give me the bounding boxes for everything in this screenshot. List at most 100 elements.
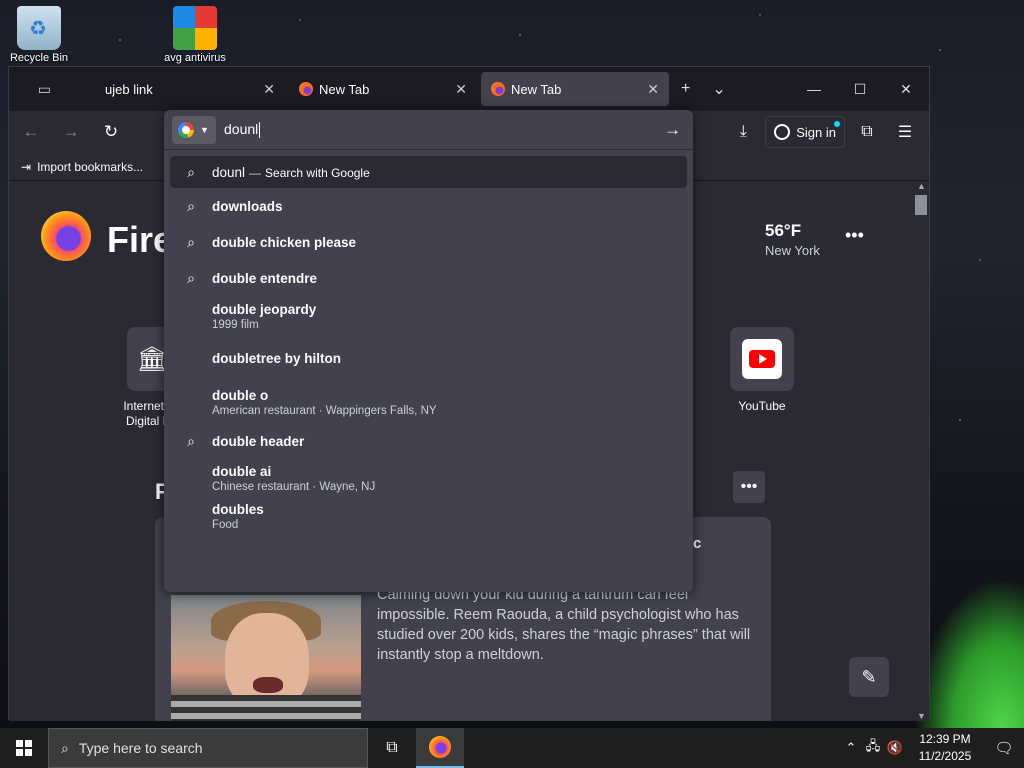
recycle-bin-icon <box>17 6 61 50</box>
youtube-icon <box>749 350 775 368</box>
shortcut-youtube[interactable]: YouTube <box>719 327 805 413</box>
windows-logo-icon <box>16 740 32 756</box>
taskbar: ⌕ Type here to search ⧉ ⌃ 🖧 🔇 12:39 PM 1… <box>0 728 1024 768</box>
weather-temp: 56°F <box>765 221 802 240</box>
scrollbar[interactable]: ▲ ▼ <box>913 181 929 721</box>
go-arrow-icon[interactable]: → <box>664 120 681 140</box>
search-engine-selector[interactable]: ▼ <box>172 115 216 144</box>
weather-more-icon[interactable]: ••• <box>845 225 864 246</box>
suggestion-row[interactable]: ⌕ double header <box>170 424 687 458</box>
downloads-icon[interactable]: ⤓ <box>727 116 759 148</box>
clock-date: 11/2/2025 <box>918 749 972 763</box>
firefox-icon <box>491 82 505 96</box>
section-more-icon[interactable]: ••• <box>733 471 765 503</box>
suggestion-text: double header <box>212 433 305 449</box>
card-image <box>171 595 361 721</box>
suggestion-row[interactable]: ⌕ downloads <box>170 188 687 224</box>
suggestion-text: double entendre <box>212 270 318 286</box>
close-tab-icon[interactable]: ✕ <box>647 81 659 98</box>
search-icon: ⌕ <box>187 432 195 449</box>
search-icon: ⌕ <box>187 233 195 250</box>
menu-hamburger-icon[interactable]: ☰ <box>889 116 921 148</box>
close-window-icon[interactable]: ✕ <box>883 67 929 111</box>
suggestion-text: double ai <box>212 463 272 479</box>
tab-label: New Tab <box>511 81 562 97</box>
chevron-down-icon: ▼ <box>200 124 209 135</box>
avg-icon <box>173 6 217 50</box>
close-tab-icon[interactable]: ✕ <box>455 81 467 98</box>
sign-in-button[interactable]: Sign in <box>765 116 845 148</box>
suggestion-list: ⌕ dounl — Search with Google ⌕ downloads ⌕ doub… <box>164 150 693 534</box>
reload-icon[interactable]: ↻ <box>93 116 129 148</box>
suggestion-text: downloads <box>212 198 283 214</box>
recycle-bin-desktop-icon[interactable]: Recycle Bin <box>4 6 74 64</box>
desktop-icon-label: avg antivirus <box>164 52 226 64</box>
firefox-icon <box>429 736 451 758</box>
account-icon <box>774 124 791 140</box>
card-title: c <box>693 535 702 552</box>
tab-ujeb-link[interactable]: ujeb link ✕ <box>95 72 285 106</box>
suggestion-row[interactable]: double ai Chinese restaurant · Wayne, NJ <box>170 458 687 498</box>
scrollbar-thumb[interactable] <box>915 195 927 215</box>
search-icon: ⌕ <box>187 197 195 214</box>
suggestion-text: doubletree by hilton <box>212 350 342 366</box>
clock[interactable]: 12:39 PM 11/2/2025 <box>906 731 984 765</box>
suggestion-row[interactable]: double o American restaurant · Wappingers… <box>170 380 687 424</box>
suggestion-row[interactable]: ⌕ dounl — Search with Google <box>170 156 687 188</box>
shortcut-label: YouTube <box>738 399 786 413</box>
internet-archive-icon: 🏛 <box>136 345 168 373</box>
tab-new-tab-active[interactable]: New Tab ✕ <box>481 72 669 106</box>
suggestion-subtext: 1999 film <box>212 318 259 331</box>
tab-new-tab[interactable]: New Tab ✕ <box>289 72 477 106</box>
task-view-icon[interactable]: ⧉ <box>368 728 416 768</box>
taskbar-firefox-button[interactable] <box>416 728 464 768</box>
close-tab-icon[interactable]: ✕ <box>263 81 275 98</box>
google-icon <box>178 121 194 138</box>
volume-muted-icon[interactable]: 🔇 <box>884 740 906 756</box>
tab-label: ujeb link <box>105 81 153 97</box>
list-all-tabs-chevron-icon[interactable]: ⌄ <box>712 79 725 99</box>
system-tray: ⌃ 🖧 🔇 12:39 PM 11/2/2025 🗨 <box>840 728 1024 768</box>
suggestion-row[interactable]: doubles Food <box>170 498 687 534</box>
urlbar-input-row[interactable]: ▼ dounl → <box>164 110 693 150</box>
import-bookmarks-link[interactable]: Import bookmarks... <box>37 160 143 174</box>
suggestion-text: double chicken please <box>212 234 357 250</box>
back-arrow-icon[interactable]: ← <box>13 116 49 148</box>
suggestion-row[interactable]: ⌕ double entendre <box>170 260 687 296</box>
forward-arrow-icon[interactable]: → <box>53 116 89 148</box>
suggestion-separator: — <box>249 165 262 180</box>
minimize-icon[interactable]: — <box>791 67 837 111</box>
urlbar-input[interactable]: dounl <box>224 121 260 138</box>
firefox-view-icon[interactable]: ▭ <box>9 67 55 111</box>
show-hidden-icons-chevron-icon[interactable]: ⌃ <box>840 740 862 756</box>
suggestion-text: dounl <box>212 164 246 180</box>
firefox-icon <box>299 82 313 96</box>
suggestion-hint: Search with Google <box>265 165 370 180</box>
scroll-up-icon[interactable]: ▲ <box>917 181 926 191</box>
weather-widget[interactable]: 56°F New York <box>765 221 820 258</box>
card-excerpt: Calming down your kid during a tantrum c… <box>377 587 751 663</box>
new-tab-plus-icon[interactable]: + <box>681 80 690 98</box>
suggestion-text: double jeopardy <box>212 301 317 317</box>
suggestion-row[interactable]: ⌕ double chicken please <box>170 224 687 260</box>
tab-label: New Tab <box>319 81 370 97</box>
action-center-icon[interactable]: 🗨 <box>984 739 1024 757</box>
weather-city: New York <box>765 243 820 258</box>
firefox-logo-icon <box>41 211 91 261</box>
suggestion-row[interactable]: double jeopardy 1999 film <box>170 296 687 336</box>
extensions-icon[interactable]: ⧉ <box>851 116 883 148</box>
maximize-icon[interactable]: ☐ <box>837 67 883 111</box>
avg-antivirus-desktop-icon[interactable]: avg antivirus <box>160 6 230 64</box>
clock-time: 12:39 PM <box>919 732 971 746</box>
suggestion-row[interactable]: doubletree by hilton <box>170 336 687 380</box>
tab-bar: ▭ ujeb link ✕ New Tab ✕ New Tab ✕ + ⌄ — … <box>9 67 929 111</box>
scroll-down-icon[interactable]: ▼ <box>917 711 926 721</box>
taskbar-search-box[interactable]: ⌕ Type here to search <box>48 728 368 768</box>
network-icon[interactable]: 🖧 <box>862 737 884 759</box>
search-icon: ⌕ <box>187 163 195 180</box>
start-button[interactable] <box>0 728 48 768</box>
search-icon: ⌕ <box>187 269 195 286</box>
sign-in-label: Sign in <box>796 124 836 140</box>
import-icon: ⇥ <box>21 159 32 174</box>
customize-pencil-icon[interactable]: ✎ <box>849 657 889 697</box>
